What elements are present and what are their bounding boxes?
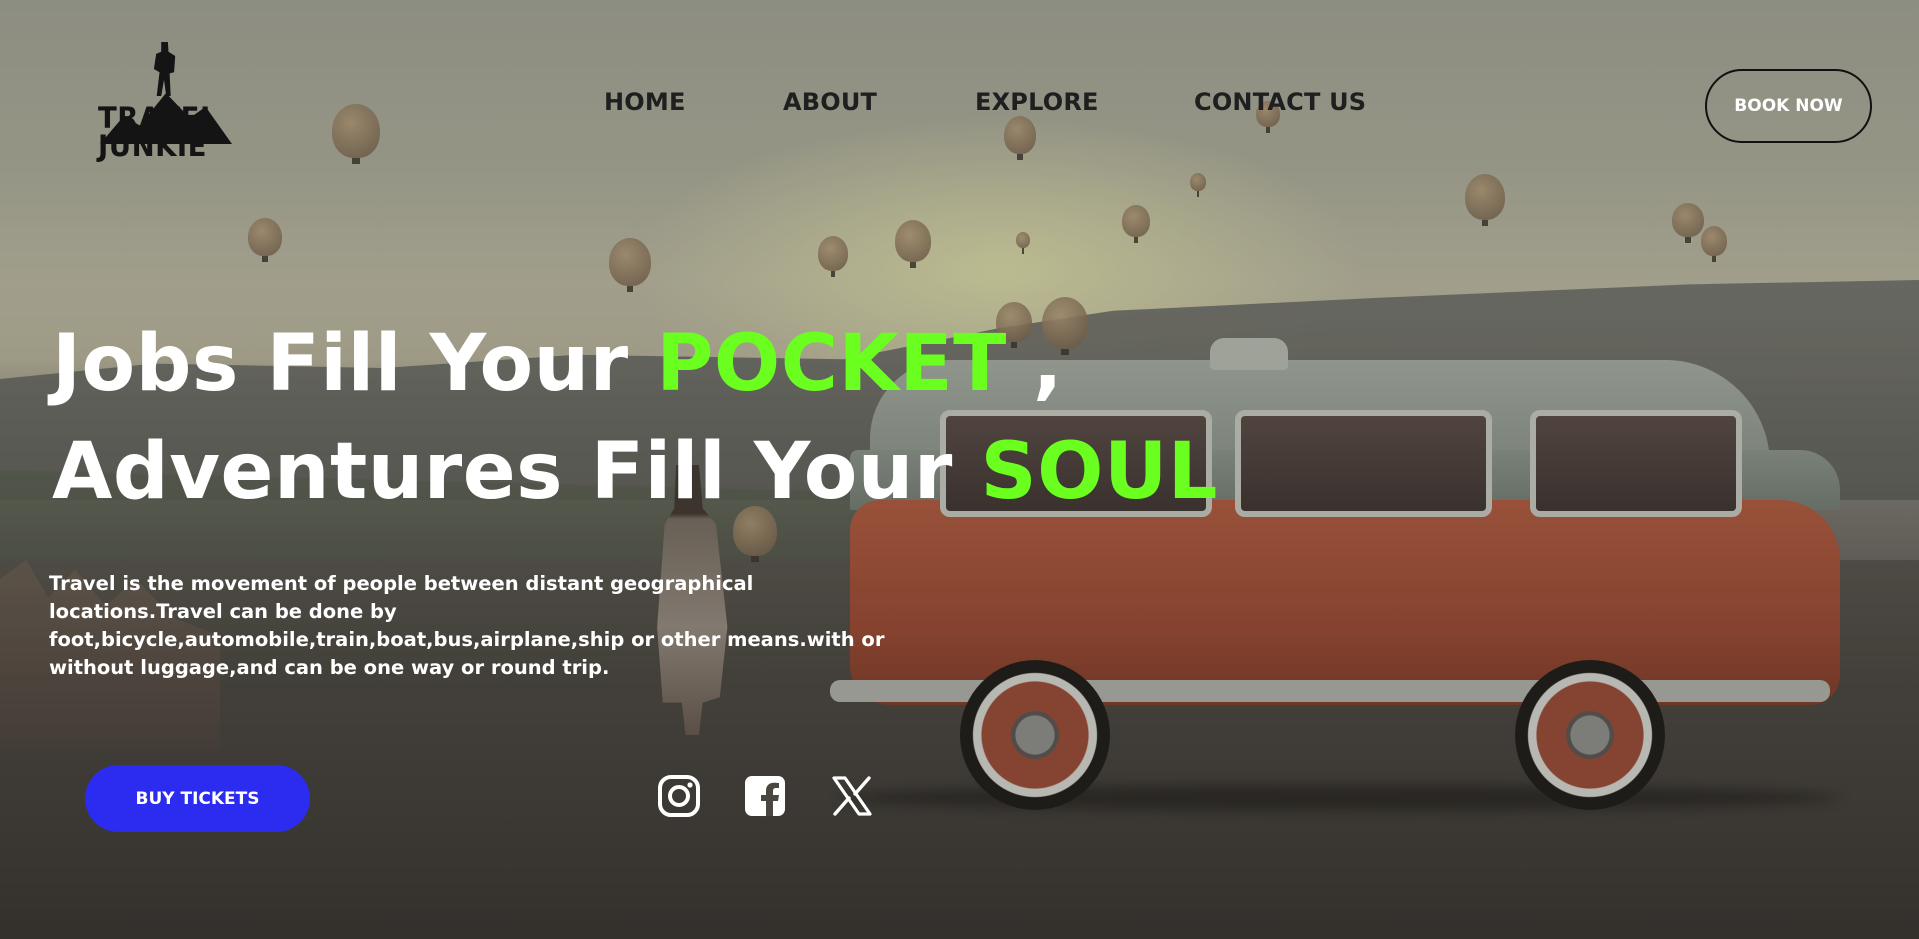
hiker-icon <box>153 42 176 96</box>
nav-about[interactable]: ABOUT <box>783 88 877 116</box>
buy-tickets-button[interactable]: BUY TICKETS <box>85 765 310 832</box>
brand-logo[interactable]: TRAVEL JUNKIE <box>98 42 238 167</box>
headline-line1: Jobs Fill Your POCKET, <box>52 324 1063 404</box>
instagram-icon[interactable] <box>657 774 701 818</box>
nav-home[interactable]: HOME <box>604 88 686 116</box>
hero-description: Travel is the movement of people between… <box>49 572 885 679</box>
brand-line2: JUNKIE <box>98 129 207 163</box>
headline-comma: , <box>1032 319 1064 409</box>
headline-accent-pocket: POCKET <box>656 319 1007 409</box>
headline-line2-text: Adventures Fill Your <box>52 427 981 517</box>
headline-accent-soul: SOUL <box>980 427 1218 517</box>
book-now-button[interactable]: BOOK NOW <box>1705 69 1872 143</box>
x-icon[interactable] <box>830 774 874 818</box>
headline-line2: Adventures Fill Your SOUL <box>52 432 1218 512</box>
facebook-icon[interactable] <box>743 774 787 818</box>
nav-contact-us[interactable]: CONTACT US <box>1194 88 1366 116</box>
nav-explore[interactable]: EXPLORE <box>975 88 1099 116</box>
headline-line1-text: Jobs Fill Your <box>52 319 657 409</box>
